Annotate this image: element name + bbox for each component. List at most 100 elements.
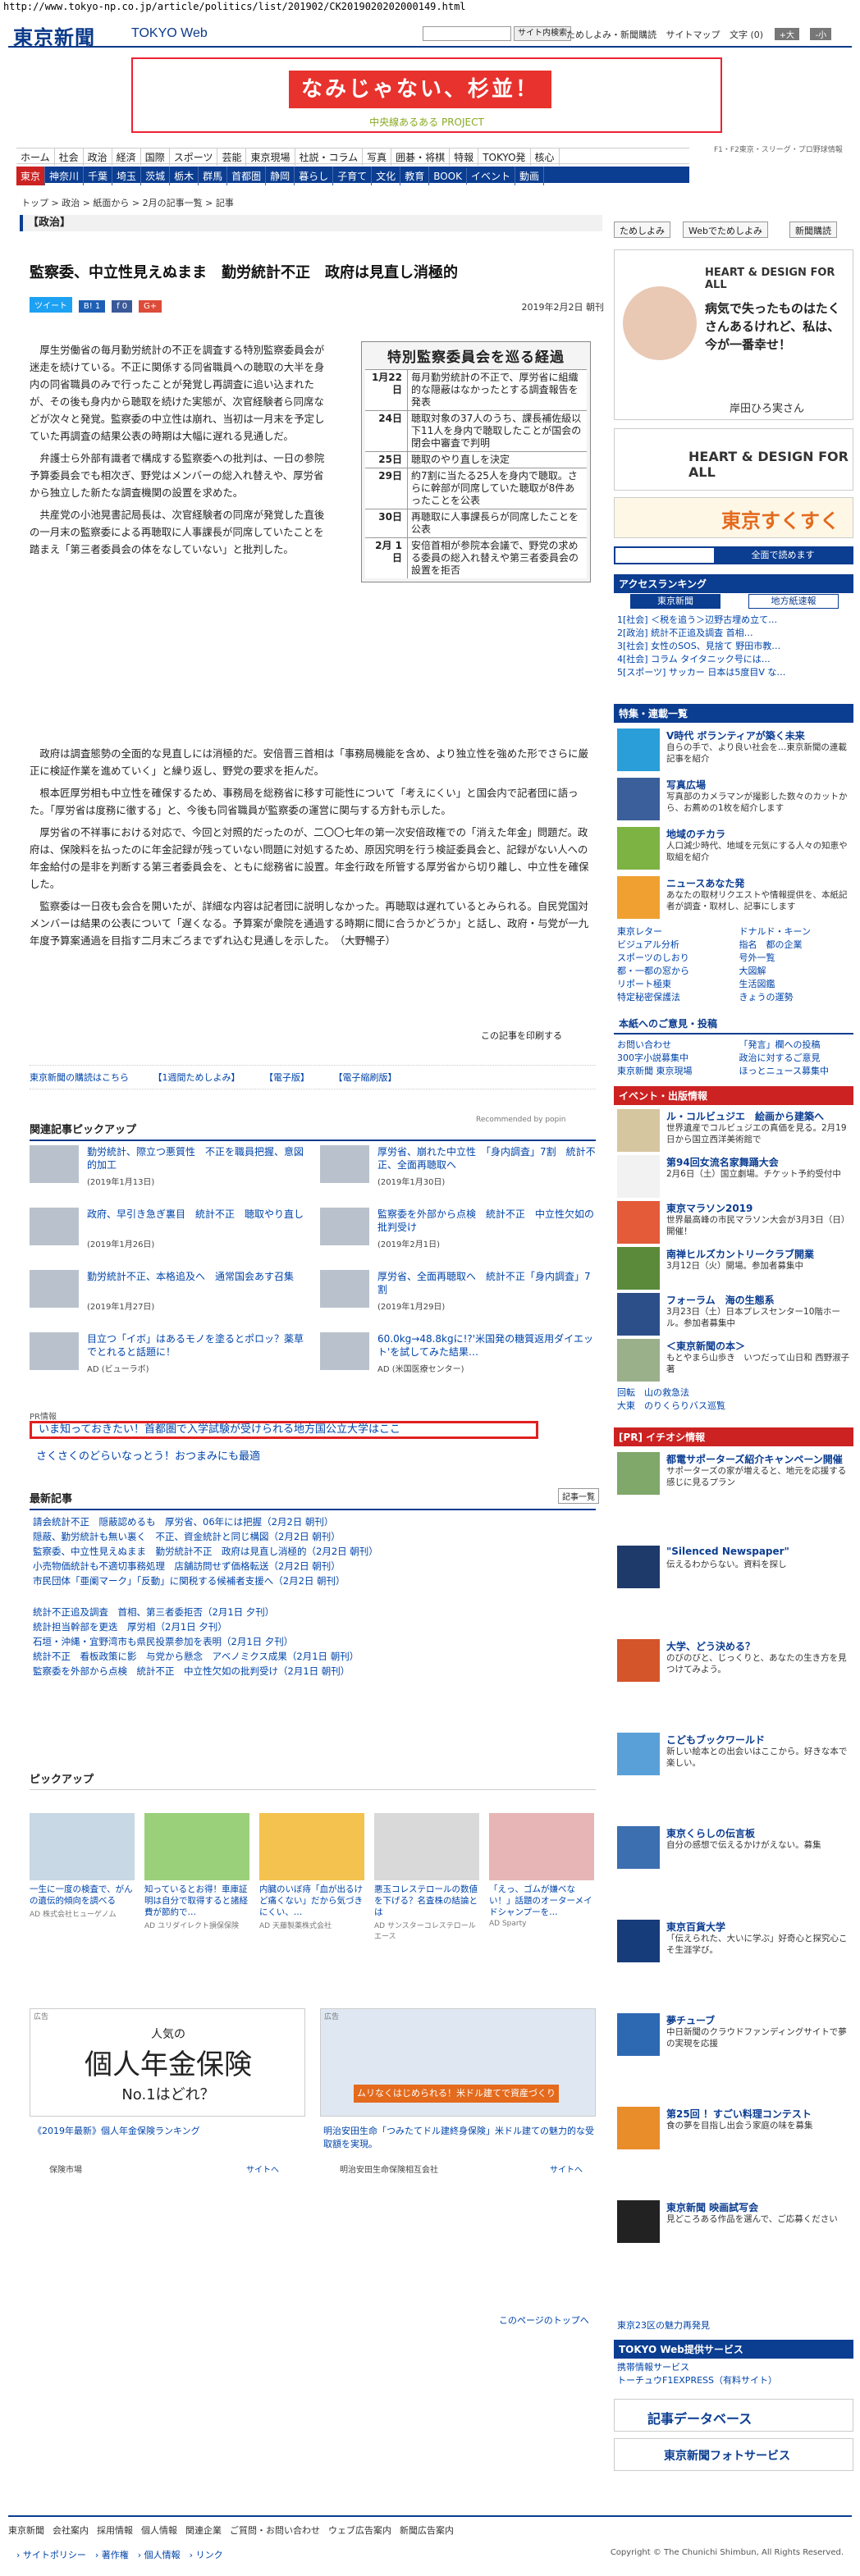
- event-title[interactable]: 第94回女流名家舞踊大会: [666, 1155, 779, 1169]
- side-link[interactable]: 指名 都の企業: [739, 939, 853, 952]
- related-item[interactable]: 厚労省、崩れた中立性 「身内調査」7割 統計不正、全面再聴取へ (2019年1月3…: [320, 1145, 599, 1191]
- ion-title[interactable]: 第25回 ！すごい料理コンテスト: [666, 2107, 812, 2121]
- related-thumbnail[interactable]: [30, 1270, 79, 1308]
- ion-thumbnail[interactable]: [617, 1733, 660, 1775]
- region-nav-item[interactable]: 神奈川: [45, 167, 85, 185]
- latest-item[interactable]: 隠蔽、勤労統計も無い裏く 不正、資金統計と同じ構図（2月2日 朝刊）: [33, 1529, 599, 1544]
- ion-title[interactable]: "Silenced Newspaper": [666, 1546, 789, 1557]
- ion-title[interactable]: 東京百貨大学: [666, 1920, 725, 1934]
- ad-insurance[interactable]: 広告 人気の 個人年金保険 No.1はどれ？: [30, 2008, 305, 2117]
- special-title[interactable]: ニュースあなた発: [666, 876, 744, 890]
- event-item[interactable]: 東京マラソン2019 世界最高峰の市民マラソン大会が3月3日（日）開催！: [617, 1201, 852, 1247]
- ad-more-left[interactable]: サイトへ: [246, 2163, 279, 2175]
- nav-item[interactable]: 東京現場: [246, 148, 295, 166]
- ion-item[interactable]: 東京くらしの伝言板 自分の感想で伝えるかけがえない。募集: [617, 1826, 852, 1872]
- related-thumbnail[interactable]: [30, 1145, 79, 1183]
- ion-thumbnail[interactable]: [617, 2013, 660, 2056]
- event-title[interactable]: ル・コルビュジエ 絵画から建築へ: [666, 1109, 824, 1123]
- related-item[interactable]: 勤労統計、際立つ悪質性 不正を職員把握、意図的加工 (2019年1月13日): [30, 1145, 309, 1191]
- pr-link-2[interactable]: さくさくのどらいなっとう！おつまみにも最適: [36, 1447, 260, 1463]
- side-link[interactable]: 号外一覧: [739, 952, 853, 965]
- event-item[interactable]: ル・コルビュジエ 絵画から建築へ 世界遺産でコルビュジエの真価を見る。2月19日か…: [617, 1109, 852, 1155]
- footer-links-2[interactable]: › サイトポリシー › 著作権 › 個人情報 › リンク: [16, 2548, 223, 2561]
- region-nav-item[interactable]: 東京: [16, 167, 46, 185]
- pickup-text[interactable]: 一生に一度の検査で、がんの遺伝的傾向を調べる: [30, 1884, 135, 1907]
- link-digital[interactable]: 【電子版】: [264, 1072, 309, 1083]
- footer-link[interactable]: 採用情報: [97, 2525, 133, 2536]
- link-subscribe-here[interactable]: 東京新聞の購読はこちら: [30, 1072, 129, 1083]
- nav-item[interactable]: 核心: [531, 148, 560, 166]
- side-ad-heart-2[interactable]: HEART & DESIGN FOR ALL: [614, 428, 853, 491]
- pickup-item[interactable]: 知っているとお得！車庫証明は自分で取得すると諸経費が節約で… AD ユリダイレクト…: [144, 1813, 249, 1944]
- footer-link[interactable]: ウェブ広告案内: [328, 2525, 391, 2536]
- tab-tokyo[interactable]: 東京新聞: [630, 594, 720, 609]
- event-thumbnail[interactable]: [617, 1109, 660, 1152]
- special-item[interactable]: ニュースあなた発 あなたの取材リクエストや情報提供を、本紙記者が調査・取材し、記事…: [617, 876, 852, 922]
- ion-thumbnail[interactable]: [617, 1546, 660, 1588]
- premium-banner[interactable]: 全面で読めます: [614, 546, 853, 564]
- tokyoweb-link[interactable]: 携帯情報サービス: [617, 2361, 852, 2374]
- info-link[interactable]: 「発言」欄への投稿: [739, 1039, 853, 1052]
- pickup-text[interactable]: 「えっ、ゴムが嫌べない！」話題のオーターメイドシャンプーを…: [489, 1884, 594, 1918]
- pickup-image[interactable]: [144, 1813, 249, 1880]
- address-bar[interactable]: http://www.tokyo-np.co.jp/article/politi…: [0, 0, 860, 13]
- pickup-image[interactable]: [259, 1813, 364, 1880]
- nav-item[interactable]: 経済: [112, 148, 141, 166]
- nav-item[interactable]: 写真: [363, 148, 392, 166]
- region-nav-item[interactable]: 文化: [372, 167, 401, 185]
- side-link[interactable]: 都・一都の窓から: [617, 965, 730, 978]
- related-item[interactable]: 政府、早引き急ぎ裏目 統計不正 聴取やり直し (2019年1月26日): [30, 1208, 309, 1254]
- tokyo23-link[interactable]: 東京23区の魅力再発見: [617, 2318, 710, 2332]
- related-item[interactable]: 勤労統計不正、本格追及へ 通常国会あす召集 (2019年1月27日): [30, 1270, 309, 1316]
- pr-link-1[interactable]: いま知っておきたい！首都圏で入学試験が受けられる地方国公立大学はここ: [30, 1421, 538, 1439]
- ion-title[interactable]: 夢チューブ: [666, 2013, 715, 2027]
- region-nav-item[interactable]: 千葉: [84, 167, 113, 185]
- special-thumbnail[interactable]: [617, 778, 660, 820]
- event-title[interactable]: フォーラム 海の生態系: [666, 1293, 775, 1307]
- related-title[interactable]: 政府、早引き急ぎ裏目 統計不正 聴取やり直し: [87, 1208, 309, 1221]
- related-thumbnail[interactable]: [30, 1208, 79, 1245]
- related-thumbnail[interactable]: [320, 1332, 369, 1370]
- event-thumbnail[interactable]: [617, 1339, 660, 1382]
- ion-thumbnail[interactable]: [617, 1452, 660, 1495]
- gplus-button[interactable]: G+: [138, 300, 162, 313]
- latest-item[interactable]: 監察委を外部から点検 統計不正 中立性欠如の批判受け（2月1日 朝刊）: [33, 1664, 599, 1679]
- ranking-item[interactable]: 1[社会] ＜税を追う＞辺野古埋め立て…: [617, 614, 852, 627]
- ion-title[interactable]: 東京新聞 映画試写会: [666, 2200, 758, 2214]
- region-nav-item[interactable]: BOOK: [429, 168, 467, 185]
- nav-item[interactable]: 国際: [141, 148, 170, 166]
- side-link[interactable]: スポーツのしおり: [617, 952, 730, 965]
- latest-item[interactable]: 統計担当幹部を更迭 厚労相（2月1日 夕刊）: [33, 1619, 599, 1634]
- footer-link[interactable]: 新聞広告案内: [400, 2525, 454, 2536]
- info-link[interactable]: お問い合わせ: [617, 1039, 730, 1052]
- search-button[interactable]: サイト内検索: [514, 26, 571, 41]
- side-link[interactable]: リポート極東: [617, 978, 730, 991]
- related-thumbnail[interactable]: [30, 1332, 79, 1370]
- site-logo[interactable]: 東京新聞: [13, 21, 95, 50]
- ranking-item[interactable]: 2[政治] 統計不正追及調査 首相…: [617, 627, 852, 640]
- link-subscribe[interactable]: ためしよみ・新聞購読: [566, 30, 656, 40]
- side-link[interactable]: 特定秘密保護法: [617, 991, 730, 1004]
- footer-link[interactable]: 東京新聞: [8, 2525, 44, 2536]
- photo-banner[interactable]: 東京新聞フォトサービス: [614, 2438, 853, 2471]
- ranking-item[interactable]: 3[社会] 女性のSOS、見捨て 野田市教…: [617, 640, 852, 653]
- ion-item[interactable]: "Silenced Newspaper" 伝えるわからない。資料を探し: [617, 1546, 852, 1592]
- print-link[interactable]: この記事を印刷する: [481, 1029, 562, 1042]
- ion-item[interactable]: 東京新聞 映画試写会 見どころある作品を選んで、ご応募ください: [617, 2200, 852, 2246]
- nav-item[interactable]: 政治: [84, 148, 112, 166]
- pickup-item[interactable]: 一生に一度の検査で、がんの遺伝的傾向を調べる AD 株式会社ヒューゲノム: [30, 1813, 135, 1944]
- tokyoweb-link[interactable]: トーチュウF1EXPRESS（有料サイト）: [617, 2374, 852, 2387]
- special-item[interactable]: 写真広場 写真部のカメラマンが撮影した数々のカットから、お薦めの1枚を紹介します: [617, 778, 852, 824]
- search-input[interactable]: [423, 26, 511, 41]
- related-item[interactable]: 監察委を外部から点検 統計不正 中立性欠如の批判受け (2019年2月1日): [320, 1208, 599, 1254]
- info-link[interactable]: ほっとニュース募集中: [739, 1065, 853, 1078]
- ion-thumbnail[interactable]: [617, 1920, 660, 1962]
- special-title[interactable]: V時代 ボランティアが築く未来: [666, 728, 805, 742]
- side-link[interactable]: ドナルド・キーン: [739, 925, 853, 939]
- event-title[interactable]: 南禅ヒルズカントリークラブ開業: [666, 1247, 814, 1261]
- tweet-button[interactable]: ツイート: [30, 297, 72, 313]
- pickup-image[interactable]: [374, 1813, 479, 1880]
- nav-item[interactable]: 社会: [55, 148, 84, 166]
- related-title[interactable]: 勤労統計不正、本格追及へ 通常国会あす召集: [87, 1270, 309, 1283]
- info-link[interactable]: 300字小説募集中: [617, 1052, 730, 1065]
